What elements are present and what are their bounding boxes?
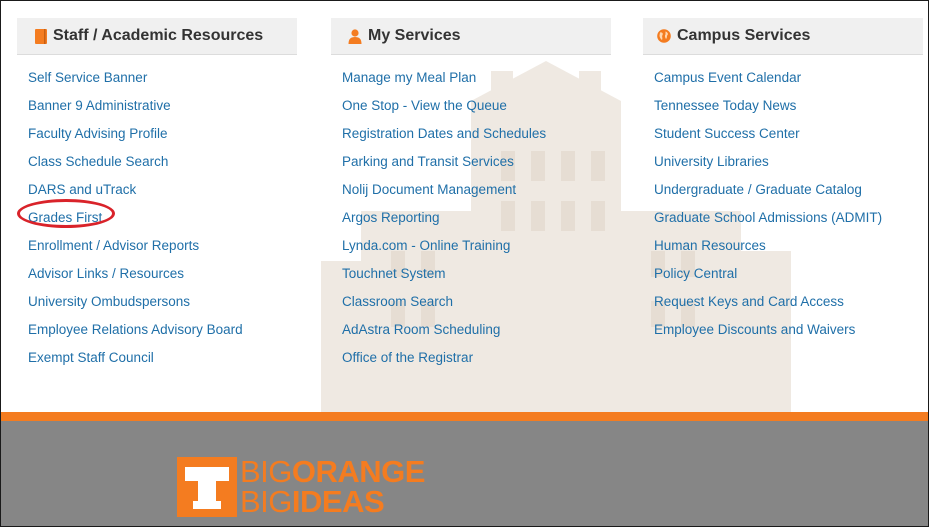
link-label[interactable]: Employee Relations Advisory Board — [28, 322, 243, 337]
link-grades-first[interactable]: Grades First — [28, 204, 297, 232]
power-t-logo-icon — [177, 457, 237, 517]
link-graduate-school-admissions[interactable]: Graduate School Admissions (ADMIT) — [654, 204, 923, 232]
link-label[interactable]: Student Success Center — [654, 126, 800, 141]
link-self-service-banner[interactable]: Self Service Banner — [28, 64, 297, 92]
link-student-success-center[interactable]: Student Success Center — [654, 120, 923, 148]
column-my-services: My Services Manage my Meal Plan One Stop… — [331, 18, 611, 372]
globe-icon — [657, 29, 671, 43]
column-header-label: My Services — [368, 27, 461, 44]
column-staff-academic-resources: Staff / Academic Resources Self Service … — [17, 18, 297, 372]
logo-word-ideas: IDEAS — [291, 484, 385, 519]
link-label[interactable]: University Libraries — [654, 154, 769, 169]
link-label[interactable]: Graduate School Admissions (ADMIT) — [654, 210, 882, 225]
link-exempt-staff-council[interactable]: Exempt Staff Council — [28, 344, 297, 372]
link-tennessee-today-news[interactable]: Tennessee Today News — [654, 92, 923, 120]
link-one-stop-view-queue[interactable]: One Stop - View the Queue — [342, 92, 611, 120]
big-orange-big-ideas-logo: BIGORANGE BIGIDEAS — [177, 456, 425, 519]
link-label[interactable]: Grades First — [28, 210, 102, 225]
column-header: Campus Services — [643, 18, 923, 55]
link-label[interactable]: Touchnet System — [342, 266, 446, 281]
link-campus-event-calendar[interactable]: Campus Event Calendar — [654, 64, 923, 92]
link-list: Campus Event Calendar Tennessee Today Ne… — [643, 64, 923, 344]
link-request-keys-card-access[interactable]: Request Keys and Card Access — [654, 288, 923, 316]
link-banner-9-administrative[interactable]: Banner 9 Administrative — [28, 92, 297, 120]
link-parking-transit-services[interactable]: Parking and Transit Services — [342, 148, 611, 176]
page-frame: Staff / Academic Resources Self Service … — [0, 0, 929, 527]
link-list: Self Service Banner Banner 9 Administrat… — [17, 64, 297, 372]
link-undergraduate-graduate-catalog[interactable]: Undergraduate / Graduate Catalog — [654, 176, 923, 204]
link-label[interactable]: Undergraduate / Graduate Catalog — [654, 182, 862, 197]
link-label[interactable]: Tennessee Today News — [654, 98, 796, 113]
column-campus-services: Campus Services Campus Event Calendar Te… — [643, 18, 923, 344]
link-policy-central[interactable]: Policy Central — [654, 260, 923, 288]
link-label[interactable]: Human Resources — [654, 238, 766, 253]
link-label[interactable]: Manage my Meal Plan — [342, 70, 476, 85]
link-label[interactable]: Enrollment / Advisor Reports — [28, 238, 199, 253]
link-class-schedule-search[interactable]: Class Schedule Search — [28, 148, 297, 176]
link-label[interactable]: Registration Dates and Schedules — [342, 126, 546, 141]
link-label[interactable]: Class Schedule Search — [28, 154, 168, 169]
footer: BIGORANGE BIGIDEAS — [1, 421, 928, 526]
link-label[interactable]: One Stop - View the Queue — [342, 98, 507, 113]
user-icon — [348, 28, 362, 44]
link-label[interactable]: University Ombudspersons — [28, 294, 190, 309]
link-registration-dates-schedules[interactable]: Registration Dates and Schedules — [342, 120, 611, 148]
link-classroom-search[interactable]: Classroom Search — [342, 288, 611, 316]
book-icon — [35, 28, 47, 44]
link-advisor-links-resources[interactable]: Advisor Links / Resources — [28, 260, 297, 288]
column-header-label: Campus Services — [677, 27, 811, 44]
link-employee-relations-advisory-board[interactable]: Employee Relations Advisory Board — [28, 316, 297, 344]
link-university-libraries[interactable]: University Libraries — [654, 148, 923, 176]
link-human-resources[interactable]: Human Resources — [654, 232, 923, 260]
link-lynda-online-training[interactable]: Lynda.com - Online Training — [342, 232, 611, 260]
link-manage-meal-plan[interactable]: Manage my Meal Plan — [342, 64, 611, 92]
link-office-of-registrar[interactable]: Office of the Registrar — [342, 344, 611, 372]
link-label[interactable]: Campus Event Calendar — [654, 70, 801, 85]
link-adastra-room-scheduling[interactable]: AdAstra Room Scheduling — [342, 316, 611, 344]
link-label[interactable]: Self Service Banner — [28, 70, 147, 85]
link-label[interactable]: Employee Discounts and Waivers — [654, 322, 855, 337]
column-header-label: Staff / Academic Resources — [53, 27, 264, 44]
link-label[interactable]: DARS and uTrack — [28, 182, 136, 197]
link-university-ombudspersons[interactable]: University Ombudspersons — [28, 288, 297, 316]
link-label[interactable]: Faculty Advising Profile — [28, 126, 168, 141]
link-label[interactable]: Advisor Links / Resources — [28, 266, 184, 281]
link-label[interactable]: Exempt Staff Council — [28, 350, 154, 365]
link-label[interactable]: Parking and Transit Services — [342, 154, 514, 169]
orange-divider-bar — [1, 412, 928, 421]
link-label[interactable]: Request Keys and Card Access — [654, 294, 844, 309]
link-employee-discounts-waivers[interactable]: Employee Discounts and Waivers — [654, 316, 923, 344]
link-label[interactable]: Nolij Document Management — [342, 182, 516, 197]
link-label[interactable]: AdAstra Room Scheduling — [342, 322, 500, 337]
link-label[interactable]: Banner 9 Administrative — [28, 98, 171, 113]
link-label[interactable]: Argos Reporting — [342, 210, 440, 225]
logo-wordmark: BIGORANGE BIGIDEAS — [240, 456, 425, 519]
column-header: Staff / Academic Resources — [17, 18, 297, 55]
link-enrollment-advisor-reports[interactable]: Enrollment / Advisor Reports — [28, 232, 297, 260]
column-header: My Services — [331, 18, 611, 55]
link-list: Manage my Meal Plan One Stop - View the … — [331, 64, 611, 372]
link-dars-and-utrack[interactable]: DARS and uTrack — [28, 176, 297, 204]
link-label[interactable]: Lynda.com - Online Training — [342, 238, 510, 253]
logo-word-big: BIG — [240, 484, 292, 519]
link-nolij-document-management[interactable]: Nolij Document Management — [342, 176, 611, 204]
quick-links-panel: Staff / Academic Resources Self Service … — [1, 1, 928, 412]
link-touchnet-system[interactable]: Touchnet System — [342, 260, 611, 288]
link-label[interactable]: Policy Central — [654, 266, 737, 281]
link-label[interactable]: Classroom Search — [342, 294, 453, 309]
link-label[interactable]: Office of the Registrar — [342, 350, 473, 365]
link-argos-reporting[interactable]: Argos Reporting — [342, 204, 611, 232]
link-faculty-advising-profile[interactable]: Faculty Advising Profile — [28, 120, 297, 148]
